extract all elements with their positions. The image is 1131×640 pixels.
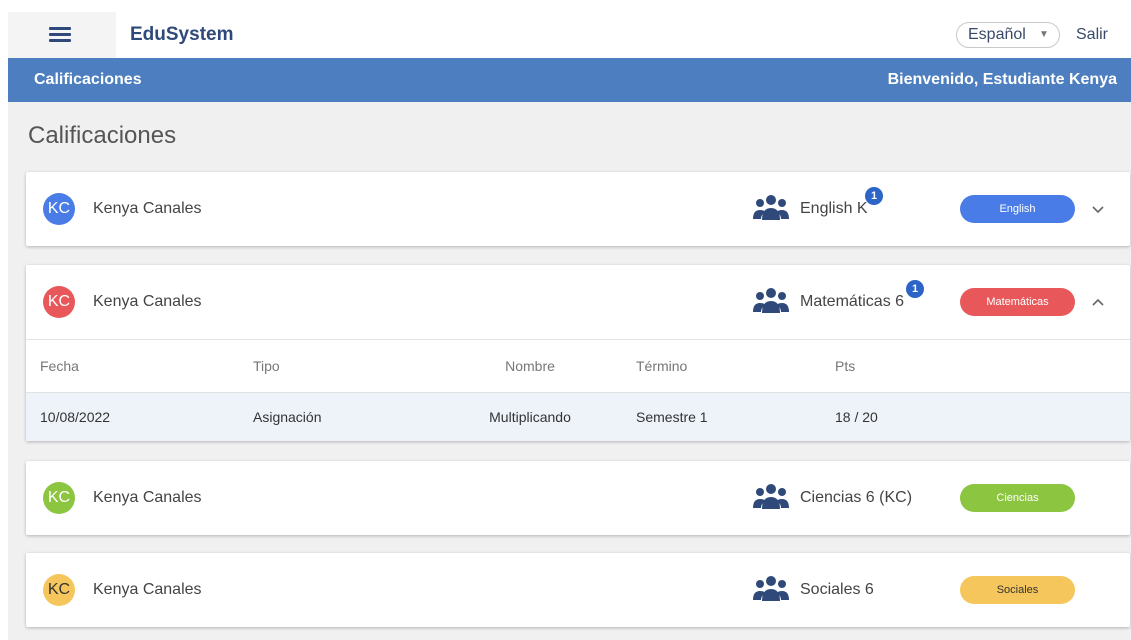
app-frame: EduSystem Español ▼ Salir Calificaciones… <box>8 12 1131 640</box>
grades-table-header: Fecha Tipo Nombre Término Pts <box>26 339 1130 393</box>
language-value: Español <box>968 26 1026 43</box>
notification-badge: 1 <box>865 187 883 205</box>
caret-down-icon: ▼ <box>1039 29 1049 40</box>
course-name: Sociales 6 <box>800 581 874 598</box>
subject-tag: Ciencias <box>960 484 1075 512</box>
student-name: Kenya Canales <box>93 293 202 310</box>
table-row: 10/08/2022 Asignación Multiplicando Seme… <box>26 392 1130 441</box>
column-header: Pts <box>821 339 1130 393</box>
grade-card-ciencias: KC Kenya Canales Ciencias 6 (KC) Ciencia… <box>26 461 1130 535</box>
language-selector[interactable]: Español ▼ <box>956 22 1060 48</box>
course-name: Matemáticas 6 <box>800 293 905 310</box>
top-navbar: EduSystem Español ▼ Salir <box>8 12 1131 58</box>
brand-title: EduSystem <box>130 24 234 45</box>
users-group-icon <box>753 288 789 313</box>
grade-card-header[interactable]: KC Kenya Canales Sociales 6 Sociales <box>26 553 1130 627</box>
page-title: Calificaciones <box>28 122 177 149</box>
course-name: Ciencias 6 (KC) <box>800 489 913 506</box>
users-group-icon <box>753 576 789 601</box>
table-cell: 18 / 20 <box>821 392 1130 441</box>
avatar: KC <box>43 574 75 606</box>
menu-button[interactable] <box>8 12 116 58</box>
student-name: Kenya Canales <box>93 489 202 506</box>
welcome-message: Bienvenido, Estudiante Kenya <box>887 71 1117 88</box>
grades-table: Fecha Tipo Nombre Término Pts 10/08/2022… <box>26 339 1130 441</box>
column-header: Fecha <box>26 339 239 393</box>
users-group-icon <box>753 195 789 220</box>
avatar: KC <box>43 193 75 225</box>
section-title: Calificaciones <box>34 71 142 88</box>
chevron-down-icon[interactable] <box>1091 202 1105 216</box>
notification-badge: 1 <box>906 280 924 298</box>
subject-tag: English <box>960 195 1075 223</box>
table-cell: Multiplicando <box>438 392 622 441</box>
table-cell: Asignación <box>239 392 438 441</box>
users-group-icon <box>753 484 789 509</box>
course-name: English K <box>800 200 868 217</box>
grade-card-sociales: KC Kenya Canales Sociales 6 Sociales <box>26 553 1130 627</box>
grade-card-header[interactable]: KC Kenya Canales English K 1 English <box>26 172 1130 246</box>
grade-card-english: KC Kenya Canales English K 1 English <box>26 172 1130 246</box>
student-name: Kenya Canales <box>93 581 202 598</box>
column-header: Tipo <box>239 339 438 393</box>
avatar: KC <box>43 286 75 318</box>
avatar: KC <box>43 482 75 514</box>
subject-tag: Matemáticas <box>960 288 1075 316</box>
table-cell: 10/08/2022 <box>26 392 239 441</box>
student-name: Kenya Canales <box>93 200 202 217</box>
table-cell: Semestre 1 <box>622 392 821 441</box>
logout-link[interactable]: Salir <box>1076 12 1108 58</box>
column-header: Nombre <box>438 339 622 393</box>
grade-card-header[interactable]: KC Kenya Canales Ciencias 6 (KC) Ciencia… <box>26 461 1130 535</box>
column-header: Término <box>622 339 821 393</box>
grade-card-header[interactable]: KC Kenya Canales Matemáticas 6 1 Matemát… <box>26 265 1130 339</box>
subject-tag: Sociales <box>960 576 1075 604</box>
section-header: Calificaciones Bienvenido, Estudiante Ke… <box>8 58 1131 102</box>
chevron-up-icon[interactable] <box>1091 295 1105 309</box>
grade-card-matematicas: KC Kenya Canales Matemáticas 6 1 Matemát… <box>26 265 1130 441</box>
